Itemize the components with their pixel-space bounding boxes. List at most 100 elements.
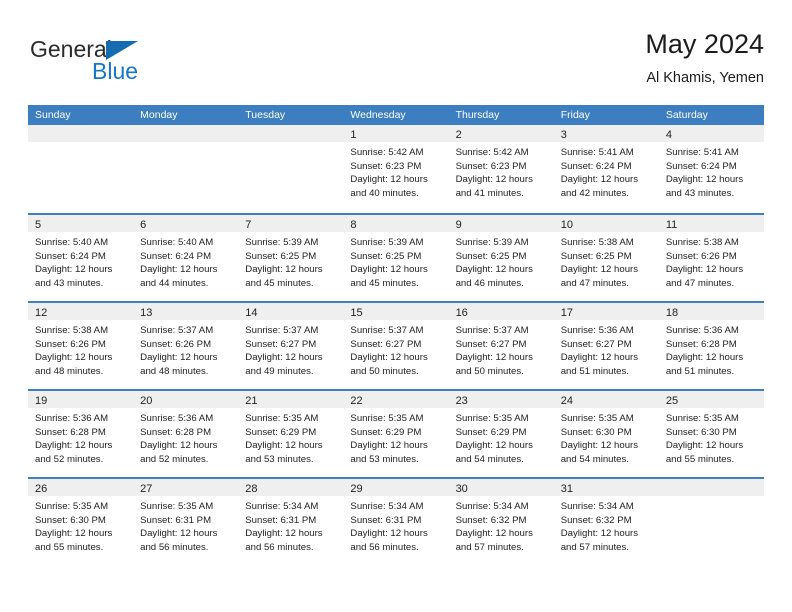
day-details: Sunrise: 5:42 AM Sunset: 6:23 PM Daylight:… [449, 142, 554, 200]
day-cell[interactable]: 9 Sunrise: 5:39 AM Sunset: 6:25 PM Daylight… [448, 215, 554, 301]
day-cell[interactable]: 27 Sunrise: 5:35 AM Sunset: 6:31 PM Dayligh… [133, 479, 239, 565]
day-cell[interactable]: 30 Sunrise: 5:34 AM Sunset: 6:32 PM Dayligh… [448, 479, 554, 565]
sunset-line: Sunset: 6:27 PM [560, 338, 632, 350]
day-number-band: 9 [448, 215, 554, 232]
sunset-line: Sunset: 6:23 PM [455, 160, 527, 172]
day-cell[interactable]: 25 Sunrise: 5:35 AM Sunset: 6:30 PM Dayligh… [658, 391, 764, 477]
sunrise-line: Sunrise: 5:35 AM [455, 413, 529, 424]
day-number: 29 [350, 483, 363, 495]
day-cell[interactable]: 21 Sunrise: 5:35 AM Sunset: 6:29 PM Dayligh… [238, 391, 344, 477]
sunset-line: Sunset: 6:30 PM [665, 426, 737, 438]
daylight-line-1: Daylight: 12 hours [35, 528, 113, 540]
day-cell[interactable]: 1 Sunrise: 5:42 AM Sunset: 6:23 PM Daylight… [343, 125, 449, 213]
daylight-line-1: Daylight: 12 hours [245, 528, 323, 540]
daylight-line-1: Daylight: 12 hours [560, 528, 639, 540]
daylight-line-2: and 55 minutes. [35, 541, 104, 553]
day-number: 3 [560, 129, 567, 141]
day-number-band: 27 [133, 479, 239, 496]
page-subtitle: Al Khamis, Yemen [646, 70, 764, 86]
sunrise-line: Sunrise: 5:42 AM [350, 147, 424, 158]
day-cell[interactable]: 28 Sunrise: 5:34 AM Sunset: 6:31 PM Dayligh… [238, 479, 344, 565]
sunrise-line: Sunrise: 5:35 AM [350, 413, 424, 424]
day-cell[interactable]: 7 Sunrise: 5:39 AM Sunset: 6:25 PM Daylight… [238, 215, 344, 301]
day-cell[interactable]: 11 Sunrise: 5:38 AM Sunset: 6:26 PM Dayligh… [658, 215, 764, 301]
day-cell[interactable]: 12 Sunrise: 5:38 AM Sunset: 6:26 PM Dayligh… [28, 303, 134, 389]
day-cell[interactable]: 31 Sunrise: 5:34 AM Sunset: 6:32 PM Dayligh… [553, 479, 659, 565]
daylight-line-2: and 44 minutes. [140, 277, 209, 289]
day-cell[interactable]: 18 Sunrise: 5:36 AM Sunset: 6:28 PM Dayligh… [658, 303, 764, 389]
day-cell[interactable]: 19 Sunrise: 5:36 AM Sunset: 6:28 PM Dayligh… [28, 391, 134, 477]
day-number-band [658, 479, 764, 496]
day-cell[interactable]: 4 Sunrise: 5:41 AM Sunset: 6:24 PM Daylight… [658, 125, 764, 213]
daylight-line-1: Daylight: 12 hours [560, 352, 639, 364]
day-cell[interactable]: 13 Sunrise: 5:37 AM Sunset: 6:26 PM Dayligh… [133, 303, 239, 389]
weekday-header-saturday: Saturday [665, 109, 708, 121]
day-details: Sunrise: 5:38 AM Sunset: 6:26 PM Daylight:… [28, 320, 133, 378]
daylight-line-2: and 55 minutes. [665, 453, 735, 465]
daylight-line-1: Daylight: 12 hours [560, 174, 639, 186]
day-number-band: 12 [28, 303, 134, 320]
sunrise-line: Sunrise: 5:35 AM [560, 413, 634, 424]
day-cell[interactable]: 22 Sunrise: 5:35 AM Sunset: 6:29 PM Dayligh… [343, 391, 449, 477]
sunset-line: Sunset: 6:27 PM [350, 338, 422, 350]
day-cell[interactable]: 8 Sunrise: 5:39 AM Sunset: 6:25 PM Daylight… [343, 215, 449, 301]
weekday-header-row: Sunday Monday Tuesday Wednesday Thursday Frid… [28, 105, 764, 125]
sunset-line: Sunset: 6:28 PM [35, 426, 106, 438]
day-number-band: 3 [553, 125, 659, 142]
sunset-line: Sunset: 6:27 PM [455, 338, 527, 350]
daylight-line-1: Daylight: 12 hours [245, 352, 323, 364]
day-cell[interactable]: 29 Sunrise: 5:34 AM Sunset: 6:31 PM Dayligh… [343, 479, 449, 565]
day-number-band [238, 125, 344, 142]
day-number: 31 [560, 483, 573, 495]
daylight-line-2: and 50 minutes. [350, 365, 419, 377]
day-cell[interactable]: 3 Sunrise: 5:41 AM Sunset: 6:24 PM Daylight… [553, 125, 659, 213]
day-number: 22 [350, 395, 363, 407]
day-cell[interactable]: 17 Sunrise: 5:36 AM Sunset: 6:27 PM Dayligh… [553, 303, 659, 389]
sunset-line: Sunset: 6:32 PM [455, 514, 527, 526]
general-blue-logo[interactable]: General Blue [30, 36, 160, 92]
day-cell[interactable]: 2 Sunrise: 5:42 AM Sunset: 6:23 PM Daylight… [448, 125, 554, 213]
sunrise-line: Sunrise: 5:35 AM [245, 413, 319, 424]
day-cell[interactable]: 5 Sunrise: 5:40 AM Sunset: 6:24 PM Daylight… [28, 215, 134, 301]
day-number-band: 20 [133, 391, 239, 408]
sunset-line: Sunset: 6:29 PM [245, 426, 317, 438]
day-cell[interactable]: 20 Sunrise: 5:36 AM Sunset: 6:28 PM Dayligh… [133, 391, 239, 477]
daylight-line-1: Daylight: 12 hours [350, 528, 428, 540]
day-number: 24 [560, 395, 573, 407]
calendar-weeks: 1 Sunrise: 5:42 AM Sunset: 6:23 PM Daylight… [28, 125, 764, 565]
sunset-line: Sunset: 6:31 PM [245, 514, 317, 526]
daylight-line-1: Daylight: 12 hours [665, 440, 744, 452]
daylight-line-2: and 47 minutes. [560, 277, 629, 289]
calendar-grid: Sunday Monday Tuesday Wednesday Thursday Frid… [28, 105, 764, 565]
day-details [133, 142, 238, 146]
day-number-band: 31 [553, 479, 659, 496]
day-cell[interactable]: 10 Sunrise: 5:38 AM Sunset: 6:25 PM Dayligh… [553, 215, 659, 301]
day-details: Sunrise: 5:35 AM Sunset: 6:29 PM Daylight:… [238, 408, 343, 466]
sunset-line: Sunset: 6:31 PM [350, 514, 422, 526]
sunrise-line: Sunrise: 5:35 AM [665, 413, 739, 424]
day-cell[interactable]: 24 Sunrise: 5:35 AM Sunset: 6:30 PM Dayligh… [553, 391, 659, 477]
day-details: Sunrise: 5:35 AM Sunset: 6:30 PM Daylight:… [28, 496, 133, 554]
weekday-header-tuesday: Tuesday [245, 109, 286, 121]
sunset-line: Sunset: 6:23 PM [350, 160, 422, 172]
day-cell[interactable]: 23 Sunrise: 5:35 AM Sunset: 6:29 PM Dayligh… [448, 391, 554, 477]
sunrise-line: Sunrise: 5:34 AM [560, 501, 634, 512]
day-number: 17 [560, 307, 573, 319]
day-number-band [28, 125, 134, 142]
day-cell[interactable]: 14 Sunrise: 5:37 AM Sunset: 6:27 PM Dayligh… [238, 303, 344, 389]
day-cell[interactable]: 26 Sunrise: 5:35 AM Sunset: 6:30 PM Dayligh… [28, 479, 134, 565]
day-details: Sunrise: 5:41 AM Sunset: 6:24 PM Daylight:… [659, 142, 764, 200]
day-cell[interactable]: 16 Sunrise: 5:37 AM Sunset: 6:27 PM Dayligh… [448, 303, 554, 389]
day-number: 4 [665, 129, 672, 141]
sunrise-line: Sunrise: 5:38 AM [560, 237, 634, 248]
day-number-band: 7 [238, 215, 344, 232]
day-cell[interactable]: 6 Sunrise: 5:40 AM Sunset: 6:24 PM Daylight… [133, 215, 239, 301]
daylight-line-2: and 47 minutes. [665, 277, 735, 289]
daylight-line-2: and 53 minutes. [350, 453, 419, 465]
daylight-line-1: Daylight: 12 hours [665, 264, 744, 276]
day-details: Sunrise: 5:36 AM Sunset: 6:28 PM Daylight:… [659, 320, 764, 378]
day-cell[interactable]: 15 Sunrise: 5:37 AM Sunset: 6:27 PM Dayligh… [343, 303, 449, 389]
day-details: Sunrise: 5:35 AM Sunset: 6:30 PM Daylight:… [659, 408, 764, 466]
daylight-line-1: Daylight: 12 hours [140, 528, 218, 540]
sunrise-line: Sunrise: 5:40 AM [35, 237, 109, 248]
